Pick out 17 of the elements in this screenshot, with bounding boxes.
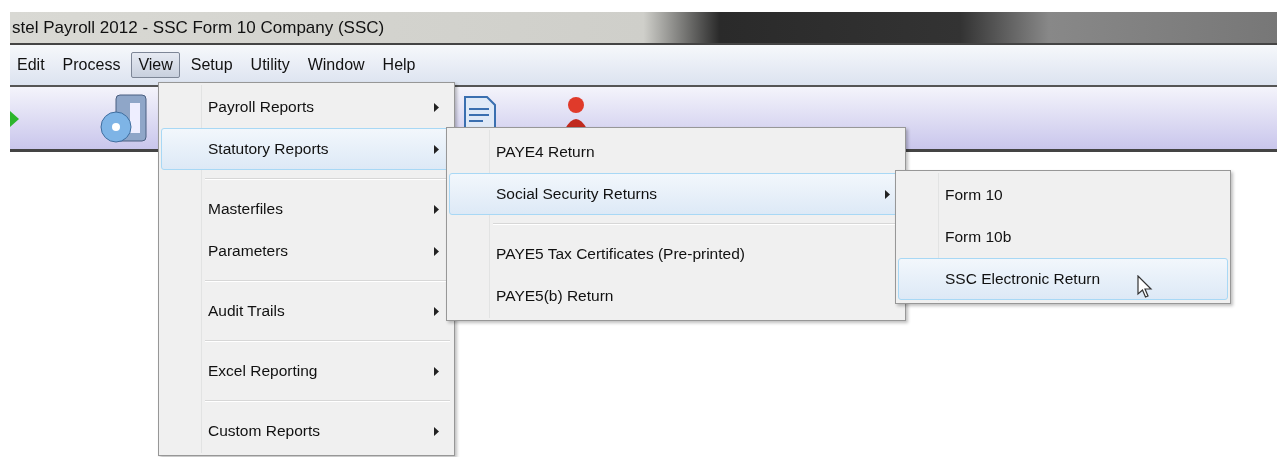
menu-item[interactable]: Help <box>375 52 423 78</box>
menu-item[interactable]: Audit Trails <box>161 290 452 332</box>
menu-item[interactable]: Setup <box>183 52 240 78</box>
menu-item[interactable]: SSC Electronic Return <box>898 258 1228 300</box>
menu-item[interactable]: Process <box>55 52 128 78</box>
window-title: stel Payroll 2012 - SSC Form 10 Company (SSC) <box>11 17 385 38</box>
menu-item[interactable]: Payroll Reports <box>161 86 452 128</box>
menu-item[interactable]: Custom Reports <box>161 410 452 452</box>
menu-item[interactable]: Utility <box>243 52 297 78</box>
menu-item[interactable]: Masterfiles <box>161 188 452 230</box>
menu-item[interactable]: Form 10b <box>898 216 1228 258</box>
menu-item[interactable]: Parameters <box>161 230 452 272</box>
menu-item[interactable]: Excel Reporting <box>161 350 452 392</box>
menu-item[interactable]: Window <box>300 52 372 78</box>
menu-item[interactable]: View <box>131 52 180 78</box>
menu-item[interactable]: PAYE4 Return <box>449 131 903 173</box>
menu-item[interactable]: Edit <box>10 52 52 78</box>
